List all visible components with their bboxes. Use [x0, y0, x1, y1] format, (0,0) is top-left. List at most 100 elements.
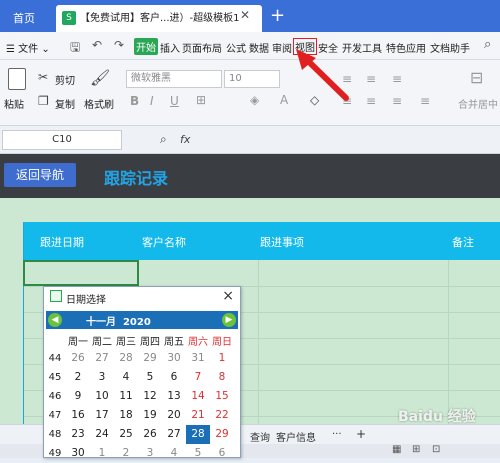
- close-icon[interactable]: ×: [222, 288, 234, 304]
- sheet-title: 跟踪记录: [104, 169, 169, 188]
- align-right-icon[interactable]: ≡: [392, 94, 402, 108]
- calendar-day[interactable]: 12: [138, 387, 162, 406]
- tab-document[interactable]: S 【免费试用】客户...进）-超级模板1: [56, 5, 262, 32]
- italic-icon[interactable]: I: [150, 94, 154, 108]
- back-nav-button[interactable]: 返回导航: [4, 163, 76, 187]
- cut-button[interactable]: 剪切: [55, 72, 75, 87]
- align-bottom-icon[interactable]: ≡: [392, 72, 402, 86]
- menu-developer[interactable]: 开发工具: [342, 40, 382, 55]
- menu-review[interactable]: 审阅: [272, 40, 292, 55]
- calendar-day[interactable]: 27: [90, 349, 114, 368]
- calendar-day[interactable]: 20: [162, 406, 186, 425]
- calendar-day[interactable]: 15: [210, 387, 234, 406]
- font-color-icon[interactable]: A: [280, 93, 288, 107]
- paste-button[interactable]: 粘贴: [4, 96, 24, 111]
- search-icon[interactable]: ⌕: [484, 37, 491, 52]
- calendar-day[interactable]: 23: [66, 425, 90, 444]
- calendar-day[interactable]: 30: [162, 349, 186, 368]
- font-size-select[interactable]: 10: [224, 70, 280, 88]
- menu-data[interactable]: 数据: [249, 40, 269, 55]
- menu-security[interactable]: 安全: [318, 40, 338, 55]
- calendar-day[interactable]: 29: [138, 349, 162, 368]
- menu-insert[interactable]: 插入: [160, 40, 180, 55]
- sheet-tab-customer-info[interactable]: 客户信息: [276, 429, 316, 444]
- normal-view-icon[interactable]: ▦: [392, 444, 401, 455]
- calendar-day[interactable]: 2: [66, 368, 90, 387]
- menu-view[interactable]: 视图: [293, 38, 317, 55]
- zoom-icon[interactable]: ⌕: [160, 132, 167, 147]
- redo-icon[interactable]: ↷: [114, 38, 124, 52]
- calendar-day[interactable]: 4: [162, 444, 186, 463]
- calendar-day[interactable]: 27: [162, 425, 186, 444]
- align-middle-icon[interactable]: ≡: [366, 72, 376, 86]
- calendar-day[interactable]: 31: [186, 349, 210, 368]
- format-painter-button[interactable]: 格式刷: [84, 96, 114, 111]
- calendar-day[interactable]: 8: [210, 368, 234, 387]
- calendar-day[interactable]: 16: [66, 406, 90, 425]
- menu-formula[interactable]: 公式: [226, 40, 246, 55]
- align-top-icon[interactable]: ≡: [342, 72, 352, 86]
- calendar-day[interactable]: 19: [138, 406, 162, 425]
- calendar-day[interactable]: 3: [90, 368, 114, 387]
- save-icon[interactable]: 🖫: [70, 38, 80, 59]
- calendar-day[interactable]: 6: [162, 368, 186, 387]
- align-center-icon[interactable]: ≡: [366, 94, 376, 108]
- calendar-day[interactable]: 5: [138, 368, 162, 387]
- calendar-day[interactable]: 10: [90, 387, 114, 406]
- align-left-icon[interactable]: ≡: [342, 94, 352, 108]
- underline-icon[interactable]: U: [170, 94, 179, 108]
- new-tab-button[interactable]: +: [270, 5, 285, 26]
- calendar-day[interactable]: 13: [162, 387, 186, 406]
- font-name-select[interactable]: 微软雅黑: [126, 70, 222, 88]
- next-month-icon[interactable]: ▶: [222, 313, 236, 327]
- prev-month-icon[interactable]: ◀: [48, 313, 62, 327]
- file-menu[interactable]: ☰ 文件 ⌄: [6, 40, 50, 55]
- reading-view-icon[interactable]: ⊡: [432, 444, 440, 455]
- more-tabs-button[interactable]: ···: [332, 429, 342, 440]
- calendar-day[interactable]: 24: [90, 425, 114, 444]
- distribute-icon[interactable]: ≡: [420, 94, 430, 108]
- copy-button[interactable]: 复制: [55, 96, 75, 111]
- eraser-icon[interactable]: ◇: [310, 93, 319, 107]
- close-icon[interactable]: ✕: [240, 8, 250, 22]
- name-box[interactable]: C10: [2, 130, 122, 150]
- menu-special[interactable]: 特色应用: [386, 40, 426, 55]
- calendar-day[interactable]: 29: [210, 425, 234, 444]
- calendar-day[interactable]: 7: [186, 368, 210, 387]
- tab-home[interactable]: 首页: [0, 6, 48, 32]
- calendar-day[interactable]: 6: [210, 444, 234, 463]
- calendar-day[interactable]: 9: [66, 387, 90, 406]
- calendar-day[interactable]: 28: [186, 425, 210, 444]
- calendar-day[interactable]: 17: [90, 406, 114, 425]
- calendar-day[interactable]: 18: [114, 406, 138, 425]
- calendar-day[interactable]: 3: [138, 444, 162, 463]
- undo-icon[interactable]: ↶: [92, 38, 102, 52]
- calendar-day[interactable]: 30: [66, 444, 90, 463]
- border-icon[interactable]: ⊞: [196, 93, 206, 107]
- merge-center-button[interactable]: 合并居中: [458, 96, 498, 111]
- calendar-day[interactable]: 26: [66, 349, 90, 368]
- calendar-day[interactable]: 5: [186, 444, 210, 463]
- add-sheet-button[interactable]: +: [356, 427, 366, 441]
- fx-icon[interactable]: fx: [180, 133, 190, 146]
- calendar-day[interactable]: 4: [114, 368, 138, 387]
- bold-icon[interactable]: B: [130, 94, 139, 108]
- page-view-icon[interactable]: ⊞: [412, 444, 420, 455]
- calendar-day[interactable]: 26: [138, 425, 162, 444]
- menu-start[interactable]: 开始: [134, 38, 158, 55]
- menu-doc-assistant[interactable]: 文档助手: [430, 40, 470, 55]
- paste-icon[interactable]: [8, 68, 26, 90]
- sheet-tab-query[interactable]: 查询: [250, 429, 270, 444]
- calendar-day[interactable]: 11: [114, 387, 138, 406]
- fill-color-icon[interactable]: ◈: [250, 93, 259, 107]
- calendar-day[interactable]: 28: [114, 349, 138, 368]
- calendar-day[interactable]: 21: [186, 406, 210, 425]
- calendar-day[interactable]: 14: [186, 387, 210, 406]
- calendar-day[interactable]: 22: [210, 406, 234, 425]
- selected-cell[interactable]: [23, 260, 139, 286]
- calendar-day[interactable]: 1: [90, 444, 114, 463]
- calendar-day[interactable]: 2: [114, 444, 138, 463]
- menu-page-layout[interactable]: 页面布局: [182, 40, 222, 55]
- calendar-day[interactable]: 25: [114, 425, 138, 444]
- calendar-day[interactable]: 1: [210, 349, 234, 368]
